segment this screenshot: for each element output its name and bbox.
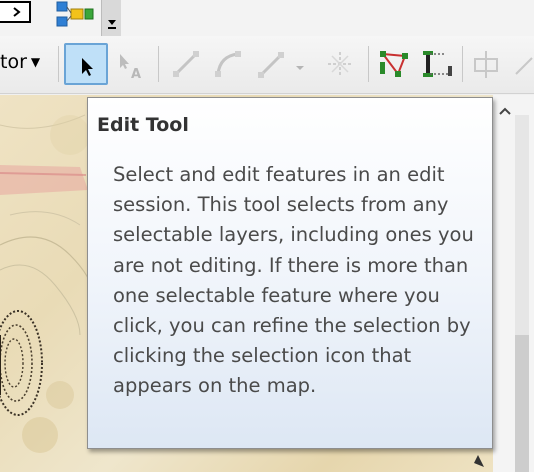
toolbar-separator — [58, 46, 59, 82]
command-line-button[interactable] — [0, 0, 38, 30]
toolbar-separator — [158, 46, 159, 82]
point-tool-button[interactable] — [324, 48, 356, 80]
trace-icon — [258, 52, 284, 78]
arrow-pointer-icon — [82, 58, 93, 76]
reshape-feature-tool-button[interactable] — [422, 48, 454, 80]
tooltip-body: Select and edit features in an edit sess… — [113, 163, 474, 398]
model-builder-button[interactable] — [55, 0, 95, 30]
toolbar-separator — [368, 46, 369, 82]
point-tool-icon — [328, 52, 352, 76]
straight-segment-icon — [173, 51, 199, 77]
edit-annotation-tool-button[interactable]: A — [114, 48, 146, 82]
chevron-down-icon — [296, 66, 304, 70]
scroll-up-button[interactable] — [497, 103, 513, 117]
straight-segment-tool-button[interactable] — [170, 48, 202, 80]
end-point-arc-icon — [215, 51, 241, 77]
editor-toolbar: tor ▼ A — [0, 36, 534, 94]
toolbar-overflow-button[interactable] — [101, 0, 121, 36]
reshape-feature-icon — [423, 51, 452, 77]
chevron-up-icon — [499, 107, 511, 115]
split-tool-button[interactable] — [512, 48, 534, 80]
edit-annotation-icon: A — [120, 54, 141, 82]
model-builder-icon — [56, 1, 94, 27]
top-toolbar — [0, 0, 534, 36]
tooltip-title: Edit Tool — [97, 114, 189, 136]
edit-tool-button[interactable] — [64, 43, 108, 85]
toolbar-separator — [462, 46, 463, 82]
tool-dropdown-button[interactable] — [292, 48, 308, 80]
editor-menu[interactable]: tor ▼ — [0, 48, 40, 76]
table-of-contents-panel — [493, 95, 534, 472]
trace-tool-button[interactable] — [256, 48, 288, 80]
end-point-arc-tool-button[interactable] — [212, 48, 244, 80]
edit-vertices-icon — [380, 51, 408, 77]
edit-vertices-tool-button[interactable] — [378, 48, 410, 80]
scrollbar-thumb[interactable] — [515, 335, 529, 472]
command-line-icon — [0, 1, 31, 23]
svg-text:A: A — [131, 67, 141, 80]
tool-tooltip: Edit Tool Select and edit features in an… — [87, 97, 493, 449]
split-icon — [515, 57, 533, 75]
toolbar-overflow-icon — [108, 20, 116, 29]
chevron-down-icon: ▼ — [30, 55, 41, 69]
editor-menu-label: tor — [0, 51, 27, 73]
cut-polygons-icon — [474, 51, 498, 78]
cut-polygons-tool-button[interactable] — [470, 48, 502, 80]
